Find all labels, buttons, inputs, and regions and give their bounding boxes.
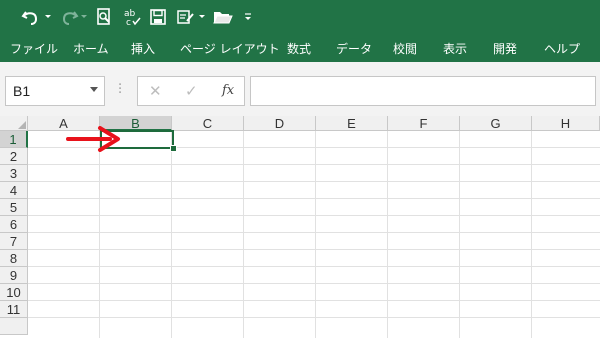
column-header-g[interactable]: G (460, 116, 532, 131)
formula-input[interactable] (250, 76, 596, 106)
spreadsheet-grid: A B C D E F G H 1 2 3 4 5 6 7 8 9 10 11 (0, 116, 600, 338)
tab-review[interactable]: 校閲 (393, 40, 417, 57)
customize-qat-icon[interactable] (240, 6, 256, 28)
gridline-horizontal (28, 283, 600, 284)
formula-buttons: ✕ ✓ fx (137, 76, 245, 106)
gridline-vertical (531, 131, 532, 338)
row-header-2[interactable]: 2 (0, 148, 28, 165)
gridline-horizontal (28, 181, 600, 182)
gridline-vertical (171, 131, 172, 338)
row-header-7[interactable]: 7 (0, 233, 28, 250)
redo-dropdown-icon[interactable] (80, 6, 88, 28)
column-header-c[interactable]: C (172, 116, 244, 131)
print-preview-icon[interactable] (92, 6, 116, 28)
gridline-vertical (459, 131, 460, 338)
row-header-9[interactable]: 9 (0, 267, 28, 284)
row-header-3[interactable]: 3 (0, 165, 28, 182)
red-arrow-annotation-icon (66, 126, 120, 152)
row-header-5[interactable]: 5 (0, 199, 28, 216)
formula-bar-resize-handle[interactable]: · · · (118, 79, 122, 100)
gridline-horizontal (28, 249, 600, 250)
tab-help[interactable]: ヘルプ (544, 40, 580, 57)
tab-page-layout[interactable]: ページ レイアウト (180, 40, 280, 57)
gridline-horizontal (28, 266, 600, 267)
row-header-11[interactable]: 11 (0, 301, 28, 318)
gridline-horizontal (28, 164, 600, 165)
undo-icon[interactable] (18, 6, 44, 28)
row-header-6[interactable]: 6 (0, 216, 28, 233)
enter-check-icon[interactable]: ✓ (185, 82, 198, 100)
gridline-horizontal (28, 300, 600, 301)
column-header-e[interactable]: E (316, 116, 388, 131)
save-icon[interactable] (146, 6, 170, 28)
formula-bar: B1 · · · ✕ ✓ fx (0, 72, 600, 116)
select-all-corner[interactable] (0, 116, 28, 131)
ribbon-collapsed-area (0, 62, 600, 72)
row-header-8[interactable]: 8 (0, 250, 28, 267)
name-box-value: B1 (13, 83, 31, 99)
spell-check-icon[interactable]: ab c (120, 6, 144, 28)
gridline-vertical (315, 131, 316, 338)
undo-dropdown-icon[interactable] (44, 6, 52, 28)
gridline-vertical (387, 131, 388, 338)
tab-data[interactable]: データ (336, 40, 372, 57)
select-all-triangle-icon (18, 121, 26, 129)
row-header-12[interactable] (0, 318, 28, 335)
gridline-horizontal (28, 317, 600, 318)
tab-insert[interactable]: 挿入 (131, 40, 155, 57)
insert-function-icon[interactable]: fx (222, 83, 234, 98)
tab-home[interactable]: ホーム (73, 40, 109, 57)
tab-formulas[interactable]: 数式 (287, 40, 311, 57)
gridline-vertical (243, 131, 244, 338)
row-header-10[interactable]: 10 (0, 284, 28, 301)
row-header-1[interactable]: 1 (0, 131, 28, 148)
fill-handle[interactable] (170, 145, 177, 152)
ribbon-tabs: ファイル ホーム 挿入 ページ レイアウト 数式 データ 校閲 表示 開発 ヘル… (0, 34, 600, 62)
tab-view[interactable]: 表示 (443, 40, 467, 57)
quick-access-toolbar: ab c (0, 0, 600, 34)
open-folder-icon[interactable] (210, 6, 236, 28)
gridline-vertical (99, 131, 100, 338)
gridline-horizontal (28, 198, 600, 199)
svg-text:c: c (126, 18, 131, 27)
column-header-f[interactable]: F (388, 116, 460, 131)
form-edit-icon[interactable] (174, 6, 198, 28)
form-dropdown-icon[interactable] (198, 6, 206, 28)
column-header-h[interactable]: H (532, 116, 600, 131)
redo-icon[interactable] (56, 6, 82, 28)
gridline-horizontal (28, 215, 600, 216)
gridline-horizontal (28, 232, 600, 233)
name-box[interactable]: B1 (5, 76, 105, 106)
column-header-d[interactable]: D (244, 116, 316, 131)
tab-developer[interactable]: 開発 (493, 40, 517, 57)
tab-file[interactable]: ファイル (10, 40, 58, 57)
row-header-4[interactable]: 4 (0, 182, 28, 199)
name-box-dropdown-icon[interactable] (90, 87, 98, 92)
cancel-icon[interactable]: ✕ (149, 82, 162, 100)
